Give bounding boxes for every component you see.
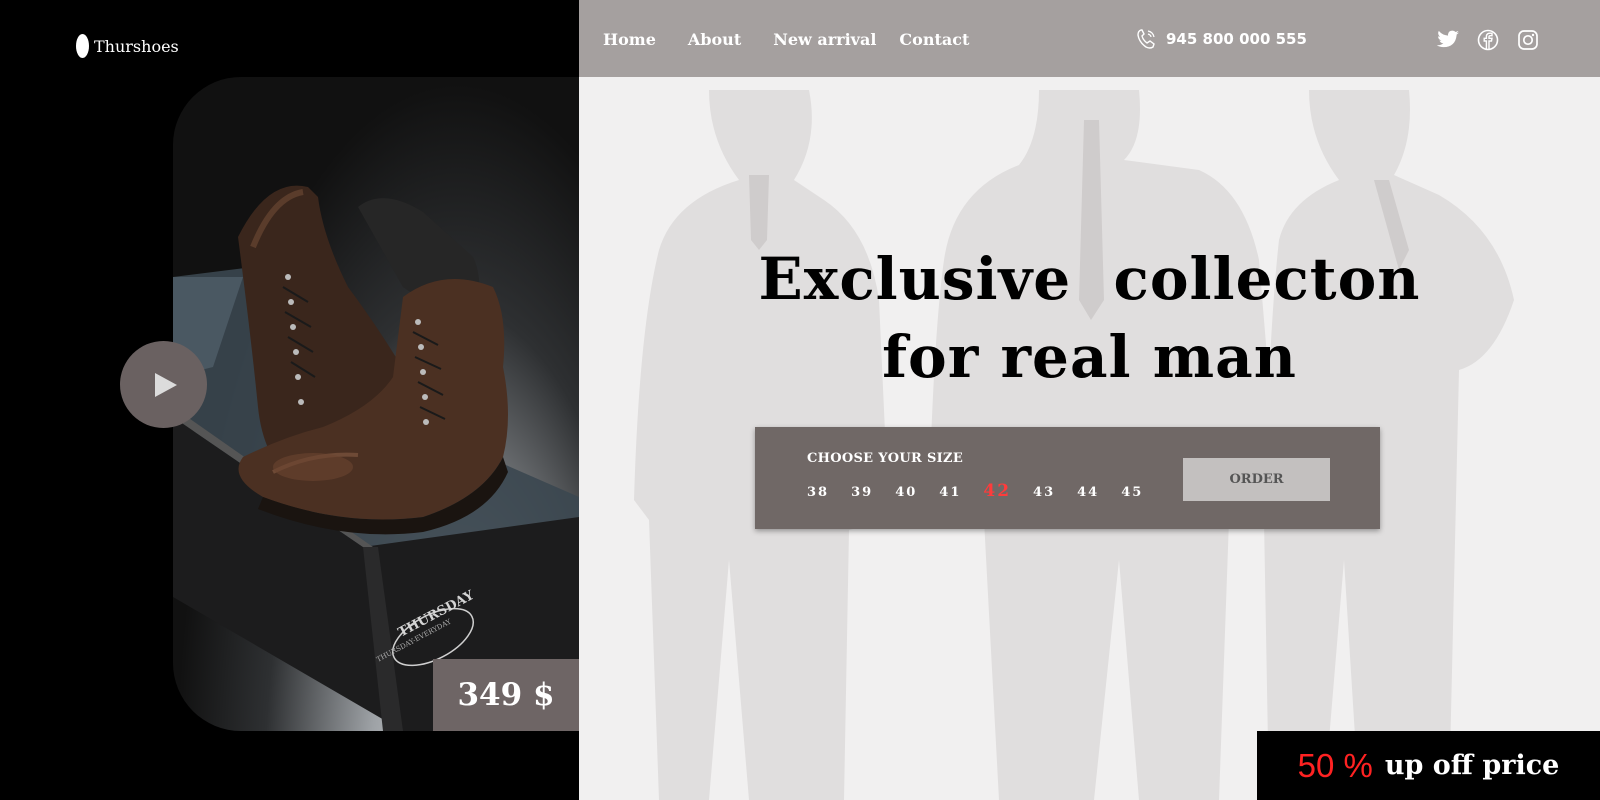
- top-navigation-bar: Home About New arrival Contact 945 800 0…: [579, 0, 1600, 77]
- hero-headline: Exclusive collecton for real man: [579, 240, 1600, 396]
- boots-in-box-illustration: THURSDAY THURSDAY-EVERYDAY: [173, 185, 579, 731]
- size-option-45[interactable]: 45: [1121, 485, 1143, 500]
- size-picker-label: CHOOSE YOUR SIZE: [807, 451, 964, 466]
- logo[interactable]: Thurshoes: [76, 34, 179, 58]
- facebook-icon: [1477, 29, 1499, 51]
- size-option-43[interactable]: 43: [1033, 485, 1055, 500]
- promo-percent: 50 %: [1297, 746, 1373, 784]
- phone-contact[interactable]: 945 800 000 555: [1136, 28, 1307, 50]
- headline-line-2: for real man: [882, 323, 1297, 391]
- size-option-41[interactable]: 41: [939, 485, 961, 500]
- social-links: [1436, 28, 1540, 52]
- nav-new-arrival[interactable]: New arrival: [773, 30, 876, 49]
- brand-name: Thurshoes: [94, 36, 179, 56]
- instagram-link[interactable]: [1516, 28, 1540, 52]
- twitter-link[interactable]: [1436, 28, 1460, 52]
- size-options: 38 39 40 41 42 43 44 45: [807, 481, 1165, 501]
- size-option-42-selected[interactable]: 42: [983, 481, 1011, 501]
- logo-mark-icon: [76, 34, 89, 58]
- product-photo: THURSDAY THURSDAY-EVERYDAY: [173, 77, 579, 731]
- play-icon: [155, 372, 177, 397]
- size-option-44[interactable]: 44: [1077, 485, 1099, 500]
- size-option-39[interactable]: 39: [851, 485, 873, 500]
- hero-background: [579, 0, 1600, 800]
- order-button[interactable]: ORDER: [1183, 458, 1330, 501]
- headline-line-1: Exclusive collecton: [758, 245, 1421, 313]
- size-option-40[interactable]: 40: [895, 485, 917, 500]
- twitter-icon: [1436, 30, 1459, 48]
- price-value: 349 $: [457, 677, 555, 713]
- left-panel: Thurshoes THURSDAY THURSDAY-EVERYDAY 349…: [0, 0, 579, 800]
- nav-home[interactable]: Home: [603, 30, 656, 49]
- size-option-38[interactable]: 38: [807, 485, 829, 500]
- size-picker-panel: CHOOSE YOUR SIZE 38 39 40 41 42 43 44 45…: [755, 427, 1380, 529]
- phone-number: 945 800 000 555: [1166, 30, 1307, 48]
- phone-icon: [1137, 29, 1155, 49]
- promo-banner: 50 % up off price: [1257, 731, 1600, 800]
- nav-about[interactable]: About: [688, 30, 741, 49]
- nav-contact[interactable]: Contact: [899, 30, 969, 49]
- main-nav: Home About New arrival Contact: [603, 30, 969, 49]
- price-tag: 349 $: [433, 659, 579, 731]
- promo-text: up off price: [1384, 750, 1560, 781]
- instagram-icon: [1518, 30, 1538, 50]
- suit-silhouettes-illustration: [634, 90, 1514, 800]
- facebook-link[interactable]: [1476, 28, 1500, 52]
- play-video-button[interactable]: [120, 341, 207, 428]
